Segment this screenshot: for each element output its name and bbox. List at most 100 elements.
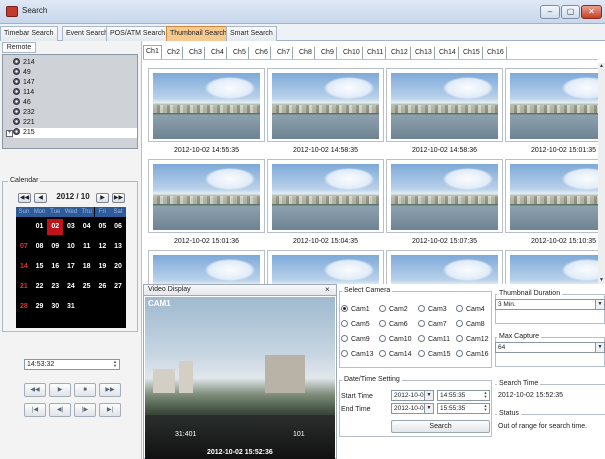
- camera-radio-14[interactable]: Cam14: [379, 350, 412, 358]
- thumbnail-image[interactable]: [391, 164, 498, 230]
- thumbnail-image[interactable]: [510, 255, 598, 284]
- thumbnail-item[interactable]: [386, 250, 503, 284]
- tab-channel-2[interactable]: Ch2: [165, 47, 183, 59]
- calendar-day[interactable]: 18: [79, 259, 95, 275]
- prev-year-button[interactable]: ◀◀: [18, 193, 31, 203]
- calendar-day[interactable]: 21: [16, 279, 32, 295]
- tab-channel-1[interactable]: Ch1: [143, 45, 162, 59]
- remote-site-list[interactable]: 214 49 147 114 46 232 221 215 +: [2, 54, 138, 149]
- tab-channel-14[interactable]: Ch14: [437, 47, 459, 59]
- radio-icon[interactable]: [418, 335, 425, 342]
- end-time-input[interactable]: 15:55:35 ▲ ▼: [437, 403, 490, 414]
- tab-channel-15[interactable]: Ch15: [461, 47, 483, 59]
- radio-icon[interactable]: [456, 350, 463, 357]
- thumbnail-item[interactable]: 2012-10-02 15:01:36: [148, 159, 265, 245]
- calendar-day[interactable]: 24: [63, 279, 79, 295]
- calendar-day[interactable]: 30: [47, 299, 63, 315]
- calendar-day[interactable]: 14: [16, 259, 32, 275]
- thumbnail-frame[interactable]: [505, 159, 598, 233]
- radio-icon[interactable]: [341, 335, 348, 342]
- thumbnail-image[interactable]: [153, 255, 260, 284]
- thumbnail-image[interactable]: [153, 164, 260, 230]
- tab-channel-8[interactable]: Ch8: [297, 47, 315, 59]
- step-back-button[interactable]: ◀|: [49, 403, 71, 417]
- thumbnail-frame[interactable]: [267, 68, 384, 142]
- thumbnail-image[interactable]: [510, 73, 598, 139]
- camera-radio-3[interactable]: Cam3: [418, 305, 447, 313]
- dropdown-arrow-icon[interactable]: ▼: [595, 300, 604, 309]
- thumbnail-duration-select[interactable]: 3 Min. ▼: [495, 299, 605, 310]
- max-capture-select[interactable]: 64 ▼: [495, 342, 605, 353]
- calendar-day[interactable]: 17: [63, 259, 79, 275]
- radio-icon[interactable]: [341, 350, 348, 357]
- camera-radio-4[interactable]: Cam4: [456, 305, 485, 313]
- radio-icon[interactable]: [456, 305, 463, 312]
- tab-channel-9[interactable]: Ch9: [319, 47, 337, 59]
- thumbnail-item[interactable]: 2012-10-02 14:58:35: [267, 68, 384, 154]
- dropdown-arrow-icon[interactable]: ▼: [595, 343, 604, 352]
- radio-icon[interactable]: [456, 320, 463, 327]
- calendar-day[interactable]: 05: [95, 219, 111, 235]
- go-start-button[interactable]: |◀: [24, 403, 46, 417]
- camera-radio-12[interactable]: Cam12: [456, 335, 489, 343]
- remote-item[interactable]: 49: [13, 68, 31, 78]
- scroll-down-icon[interactable]: ▼: [598, 277, 605, 284]
- calendar-day[interactable]: 28: [16, 299, 32, 315]
- thumbnail-item[interactable]: 2012-10-02 15:07:35: [386, 159, 503, 245]
- tab-channel-11[interactable]: Ch11: [365, 47, 387, 59]
- camera-radio-13[interactable]: Cam13: [341, 350, 374, 358]
- tab-channel-12[interactable]: Ch12: [389, 47, 411, 59]
- camera-radio-5[interactable]: Cam5: [341, 320, 370, 328]
- thumbnail-frame[interactable]: [386, 68, 503, 142]
- camera-radio-8[interactable]: Cam8: [456, 320, 485, 328]
- tab-channel-6[interactable]: Ch6: [253, 47, 271, 59]
- close-button[interactable]: ✕: [581, 5, 602, 19]
- calendar-day[interactable]: 09: [47, 239, 63, 255]
- remote-item[interactable]: 114: [13, 88, 34, 98]
- end-date-select[interactable]: 2012-10-02 ▼: [391, 403, 434, 414]
- thumbnail-frame[interactable]: [148, 159, 265, 233]
- camera-radio-6[interactable]: Cam6: [379, 320, 408, 328]
- remote-item[interactable]: 147: [13, 78, 35, 88]
- calendar-day[interactable]: 03: [63, 219, 79, 235]
- radio-icon[interactable]: [418, 305, 425, 312]
- calendar-day[interactable]: 04: [79, 219, 95, 235]
- thumbnail-image[interactable]: [272, 164, 379, 230]
- video-close-icon[interactable]: ×: [325, 285, 330, 295]
- fast-rewind-button[interactable]: ◀◀: [24, 383, 46, 397]
- thumbnail-item[interactable]: 2012-10-02 14:55:35: [148, 68, 265, 154]
- thumbnail-item[interactable]: [267, 250, 384, 284]
- go-end-button[interactable]: ▶|: [99, 403, 121, 417]
- remote-item[interactable]: 214: [13, 58, 35, 68]
- radio-icon[interactable]: [418, 350, 425, 357]
- thumbnail-item[interactable]: 2012-10-02 15:10:35: [505, 159, 598, 245]
- tab-thumbnail-search[interactable]: Thumbnail Search: [166, 26, 231, 41]
- tab-channel-16[interactable]: Ch16: [485, 47, 507, 59]
- tab-channel-4[interactable]: Ch4: [209, 47, 227, 59]
- prev-month-button[interactable]: ◀: [34, 193, 47, 203]
- thumbnail-frame[interactable]: [148, 68, 265, 142]
- calendar-day[interactable]: 01: [32, 219, 48, 235]
- thumbnail-item[interactable]: [505, 250, 598, 284]
- thumbnail-frame[interactable]: [148, 250, 265, 284]
- thumbnail-item[interactable]: 2012-10-02 14:58:36: [386, 68, 503, 154]
- stop-button[interactable]: ■: [74, 383, 96, 397]
- calendar-day[interactable]: 11: [79, 239, 95, 255]
- remote-item[interactable]: 46: [13, 98, 31, 108]
- thumbnail-item[interactable]: 2012-10-02 15:04:35: [267, 159, 384, 245]
- calendar-day[interactable]: 07: [16, 239, 32, 255]
- tree-expand-icon[interactable]: +: [6, 130, 13, 137]
- tab-channel-10[interactable]: Ch10: [341, 47, 363, 59]
- calendar-day[interactable]: 12: [95, 239, 111, 255]
- camera-radio-7[interactable]: Cam7: [418, 320, 447, 328]
- thumbnail-item[interactable]: [148, 250, 265, 284]
- search-button[interactable]: Search: [391, 420, 490, 433]
- camera-radio-10[interactable]: Cam10: [379, 335, 412, 343]
- spin-down-icon[interactable]: ▼: [482, 395, 489, 399]
- tab-channel-5[interactable]: Ch5: [231, 47, 249, 59]
- radio-icon[interactable]: [341, 305, 348, 312]
- thumbnail-frame[interactable]: [267, 159, 384, 233]
- tab-channel-13[interactable]: Ch13: [413, 47, 435, 59]
- thumbnail-image[interactable]: [510, 164, 598, 230]
- thumbnail-frame[interactable]: [505, 68, 598, 142]
